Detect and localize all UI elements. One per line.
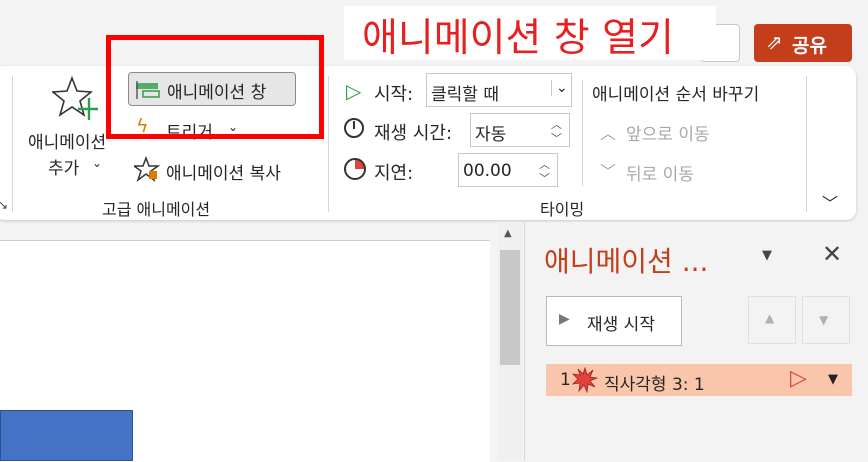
annotation-label: 애니메이션 창 열기 xyxy=(362,16,674,61)
animation-list-item[interactable]: 1 직사각형 3: 1 ▷ ▼ xyxy=(546,364,852,396)
add-animation-label: 애니메이션 xyxy=(28,133,107,153)
play-icon: ▶ xyxy=(559,311,570,327)
delay-spinner[interactable]: 00.00 ︿ ﹀ xyxy=(458,153,558,187)
move-later-button[interactable]: ﹀ 뒤로 이동 xyxy=(598,158,738,185)
animation-painter-icon xyxy=(134,156,160,182)
pane-options-dropdown-icon[interactable]: ▼ xyxy=(762,248,772,263)
play-all-button[interactable]: ▶ 재생 시작 xyxy=(546,296,682,346)
group-dialog-launcher-icon[interactable]: ↘ xyxy=(0,198,8,212)
scroll-thumb[interactable] xyxy=(500,250,520,365)
collapse-ribbon-chevron-icon[interactable]: ﹀ xyxy=(822,190,838,214)
duration-value: 자동 xyxy=(475,125,507,145)
chevron-down-icon: ⌄ xyxy=(92,156,103,170)
rectangle-shape[interactable] xyxy=(0,410,133,461)
triangle-up-icon: ▲ xyxy=(765,311,775,325)
chevron-down-icon: ⌄ xyxy=(551,80,568,96)
ribbon-separator xyxy=(806,76,807,212)
move-later-label: 뒤로 이동 xyxy=(626,165,694,185)
start-value: 클릭할 때 xyxy=(431,85,499,105)
scroll-up-arrow-icon[interactable]: ▲ xyxy=(504,228,512,239)
move-down-button[interactable]: ▼ xyxy=(802,296,850,344)
share-icon: ⇗ xyxy=(766,30,783,54)
ribbon-separator xyxy=(12,76,13,212)
spin-down-icon[interactable]: ﹀ xyxy=(539,170,550,186)
play-label: 재생 시작 xyxy=(587,315,655,335)
add-animation-label-2: 추가 xyxy=(48,159,80,179)
highlight-box xyxy=(106,35,324,139)
animation-painter-label: 애니메이션 복사 xyxy=(166,164,281,184)
start-label: 시작: xyxy=(374,84,414,105)
add-animation-star-icon xyxy=(52,76,98,120)
reorder-label: 애니메이션 순서 바꾸기 xyxy=(592,85,760,105)
delay-value: 00.00 xyxy=(463,161,512,181)
delay-clock-icon xyxy=(344,158,366,180)
advanced-animation-group-label: 고급 애니메이션 xyxy=(102,200,211,219)
timing-group-label: 타이밍 xyxy=(540,200,585,219)
animation-item-name: 직사각형 3: 1 xyxy=(604,375,705,395)
move-earlier-label: 앞으로 이동 xyxy=(626,125,710,145)
duration-spinner[interactable]: 자동 ︿ ﹀ xyxy=(470,113,570,147)
item-dropdown-icon[interactable]: ▼ xyxy=(828,372,838,387)
triangle-down-icon: ▼ xyxy=(819,313,829,327)
close-icon[interactable]: ✕ xyxy=(822,240,842,268)
duration-label: 재생 시간: xyxy=(374,123,453,144)
ribbon-separator xyxy=(328,76,329,212)
share-button[interactable]: ⇗ 공유 xyxy=(754,24,852,62)
chevron-up-icon: ︿ xyxy=(600,124,617,143)
move-up-button[interactable]: ▲ xyxy=(748,296,796,344)
animation-painter-button[interactable]: 애니메이션 복사 xyxy=(132,154,312,186)
clock-hand xyxy=(353,121,355,129)
entrance-burst-icon xyxy=(572,367,598,393)
delay-label: 지연: xyxy=(374,163,414,184)
ribbon-separator xyxy=(582,80,583,186)
move-earlier-button[interactable]: ︿ 앞으로 이동 xyxy=(598,118,738,145)
play-triangle-icon: ▷ xyxy=(346,79,362,103)
pane-title: 애니메이션 ... xyxy=(544,245,709,278)
spin-down-icon[interactable]: ﹀ xyxy=(551,130,562,146)
share-label: 공유 xyxy=(792,35,827,57)
chevron-down-icon: ﹀ xyxy=(600,162,617,181)
start-select[interactable]: 클릭할 때 ⌄ xyxy=(426,73,572,107)
animation-item-number: 1 xyxy=(560,370,571,390)
timeline-triangle-icon: ▷ xyxy=(790,366,807,391)
